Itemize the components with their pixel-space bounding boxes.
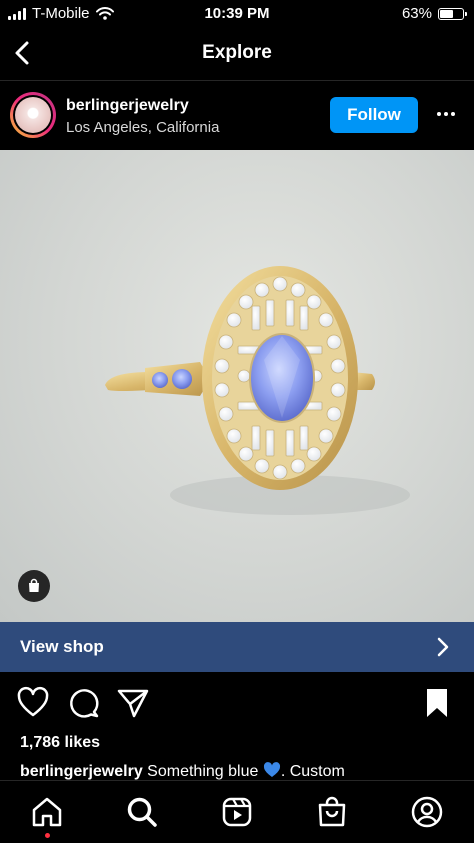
home-icon[interactable] [30, 795, 64, 829]
chevron-right-icon [437, 637, 449, 657]
post-actions [0, 676, 474, 730]
page-title: Explore [202, 42, 272, 63]
profile-icon[interactable] [410, 795, 444, 829]
post-image[interactable] [0, 150, 474, 622]
caption-text-continued: . Custom [280, 763, 345, 780]
view-shop-bar[interactable]: View shop [0, 622, 474, 672]
ellipsis-icon[interactable] [432, 104, 460, 124]
divider [0, 80, 474, 81]
post-caption: berlingerjewelry Something blue . Custom [20, 762, 345, 781]
bookmark-icon[interactable] [420, 686, 454, 720]
notification-dot [45, 833, 50, 838]
avatar[interactable] [10, 92, 56, 138]
post-header: berlingerjewelry Los Angeles, California… [0, 82, 474, 148]
comment-icon[interactable] [66, 686, 100, 720]
shopping-bag-icon[interactable] [18, 570, 50, 602]
post-username[interactable]: berlingerjewelry [66, 97, 189, 115]
share-icon[interactable] [116, 686, 150, 720]
shop-icon[interactable] [315, 795, 349, 829]
search-icon[interactable] [125, 795, 159, 829]
battery-percent: 63% [401, 5, 432, 22]
caption-username[interactable]: berlingerjewelry [20, 763, 143, 780]
ring-image [105, 266, 410, 515]
heart-icon[interactable] [16, 686, 50, 720]
reels-icon[interactable] [220, 795, 254, 829]
avatar-image [15, 97, 51, 133]
post-location[interactable]: Los Angeles, California [66, 119, 219, 136]
battery-group: 63% [401, 5, 467, 22]
view-shop-label: View shop [20, 637, 104, 656]
blue-heart-icon [263, 762, 280, 777]
battery-icon [438, 7, 467, 20]
nav-bar: Explore [0, 28, 474, 80]
status-bar: T-Mobile 10:39 PM 63% [0, 0, 474, 28]
tab-bar [0, 780, 474, 843]
follow-button[interactable]: Follow [330, 97, 418, 133]
likes-count[interactable]: 1,786 likes [20, 734, 100, 752]
caption-text: Something blue [147, 763, 259, 780]
